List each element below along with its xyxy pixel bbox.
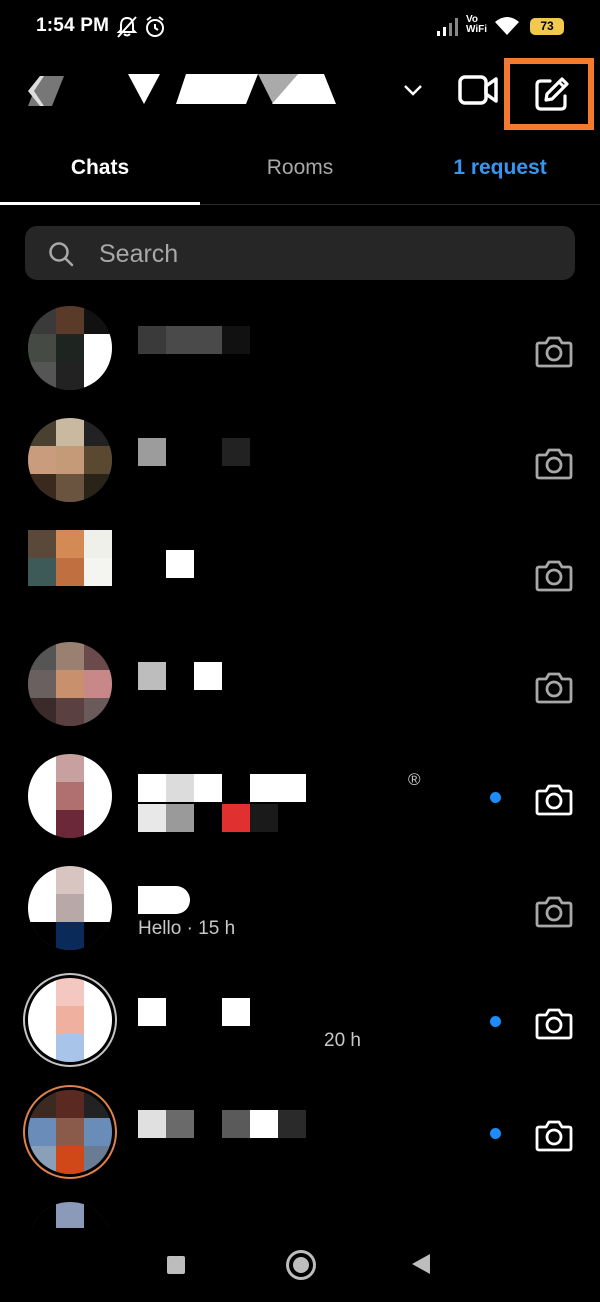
- home-icon[interactable]: [286, 1250, 316, 1280]
- chat-name-redacted: [138, 438, 308, 466]
- avatar[interactable]: [28, 978, 112, 1062]
- account-name-redacted[interactable]: [128, 74, 338, 104]
- camera-icon[interactable]: [535, 894, 573, 928]
- chat-row[interactable]: [0, 630, 600, 742]
- chat-row[interactable]: ®: [0, 742, 600, 854]
- chat-row[interactable]: [0, 294, 600, 406]
- chat-preview: 20 h: [324, 1030, 361, 1051]
- search-bar[interactable]: [25, 226, 575, 282]
- wifi-icon: [495, 17, 519, 35]
- chat-name-redacted: [138, 662, 308, 690]
- tab-requests[interactable]: 1 request: [400, 138, 600, 204]
- chat-row[interactable]: [0, 518, 600, 630]
- avatar[interactable]: [28, 866, 112, 950]
- chat-name-redacted: [138, 550, 308, 578]
- camera-icon[interactable]: [535, 334, 573, 368]
- avatar[interactable]: [28, 642, 112, 726]
- tab-rooms[interactable]: Rooms: [200, 138, 400, 204]
- chat-name-redacted: [138, 1110, 308, 1138]
- recents-icon[interactable]: [167, 1256, 185, 1274]
- chat-row[interactable]: [0, 406, 600, 518]
- tab-chats[interactable]: Chats: [0, 138, 200, 205]
- unread-dot: [490, 1128, 501, 1139]
- system-nav-bar: [0, 1228, 600, 1300]
- camera-icon[interactable]: [535, 558, 573, 592]
- top-bar: [0, 56, 600, 136]
- inbox-tabs: Chats Rooms 1 request: [0, 138, 600, 205]
- camera-icon[interactable]: [535, 782, 573, 816]
- chat-name-redacted: [138, 774, 308, 802]
- search-input[interactable]: [97, 226, 551, 282]
- mute-bell-icon: [116, 16, 138, 38]
- chat-preview: Hello · 15 h: [138, 918, 236, 939]
- avatar[interactable]: [28, 530, 112, 614]
- system-back-icon[interactable]: [412, 1254, 430, 1274]
- back-arrow-icon[interactable]: [24, 76, 64, 106]
- chat-name-redacted: [138, 326, 308, 354]
- camera-icon[interactable]: [535, 1118, 573, 1152]
- compose-button[interactable]: [504, 58, 594, 130]
- unread-dot: [490, 1016, 501, 1027]
- chat-row[interactable]: [0, 1078, 600, 1190]
- chat-row[interactable]: 20 h: [0, 966, 600, 1078]
- battery-icon: 73: [530, 18, 564, 35]
- search-icon: [49, 242, 74, 267]
- chat-row[interactable]: Hello · 15 h: [0, 854, 600, 966]
- registered-mark: ®: [408, 770, 421, 789]
- avatar[interactable]: [28, 754, 112, 838]
- avatar[interactable]: [28, 306, 112, 390]
- chat-name-redacted: [138, 886, 308, 914]
- chevron-down-icon[interactable]: [400, 80, 426, 100]
- unread-dot: [490, 792, 501, 803]
- volte-wifi-label: Vo WiFi: [466, 14, 488, 35]
- video-camera-icon[interactable]: [456, 70, 500, 110]
- chat-name-redacted: [138, 804, 308, 832]
- camera-icon[interactable]: [535, 670, 573, 704]
- signal-icon: [437, 18, 458, 36]
- avatar[interactable]: [28, 418, 112, 502]
- camera-icon[interactable]: [535, 446, 573, 480]
- chat-name-redacted: [138, 998, 308, 1026]
- status-bar: 1:54 PM Vo WiFi 73: [0, 0, 600, 56]
- avatar[interactable]: [28, 1090, 112, 1174]
- status-time: 1:54 PM: [36, 15, 110, 36]
- alarm-icon: [146, 16, 164, 37]
- compose-edit-icon: [535, 77, 569, 111]
- camera-icon[interactable]: [535, 1006, 573, 1040]
